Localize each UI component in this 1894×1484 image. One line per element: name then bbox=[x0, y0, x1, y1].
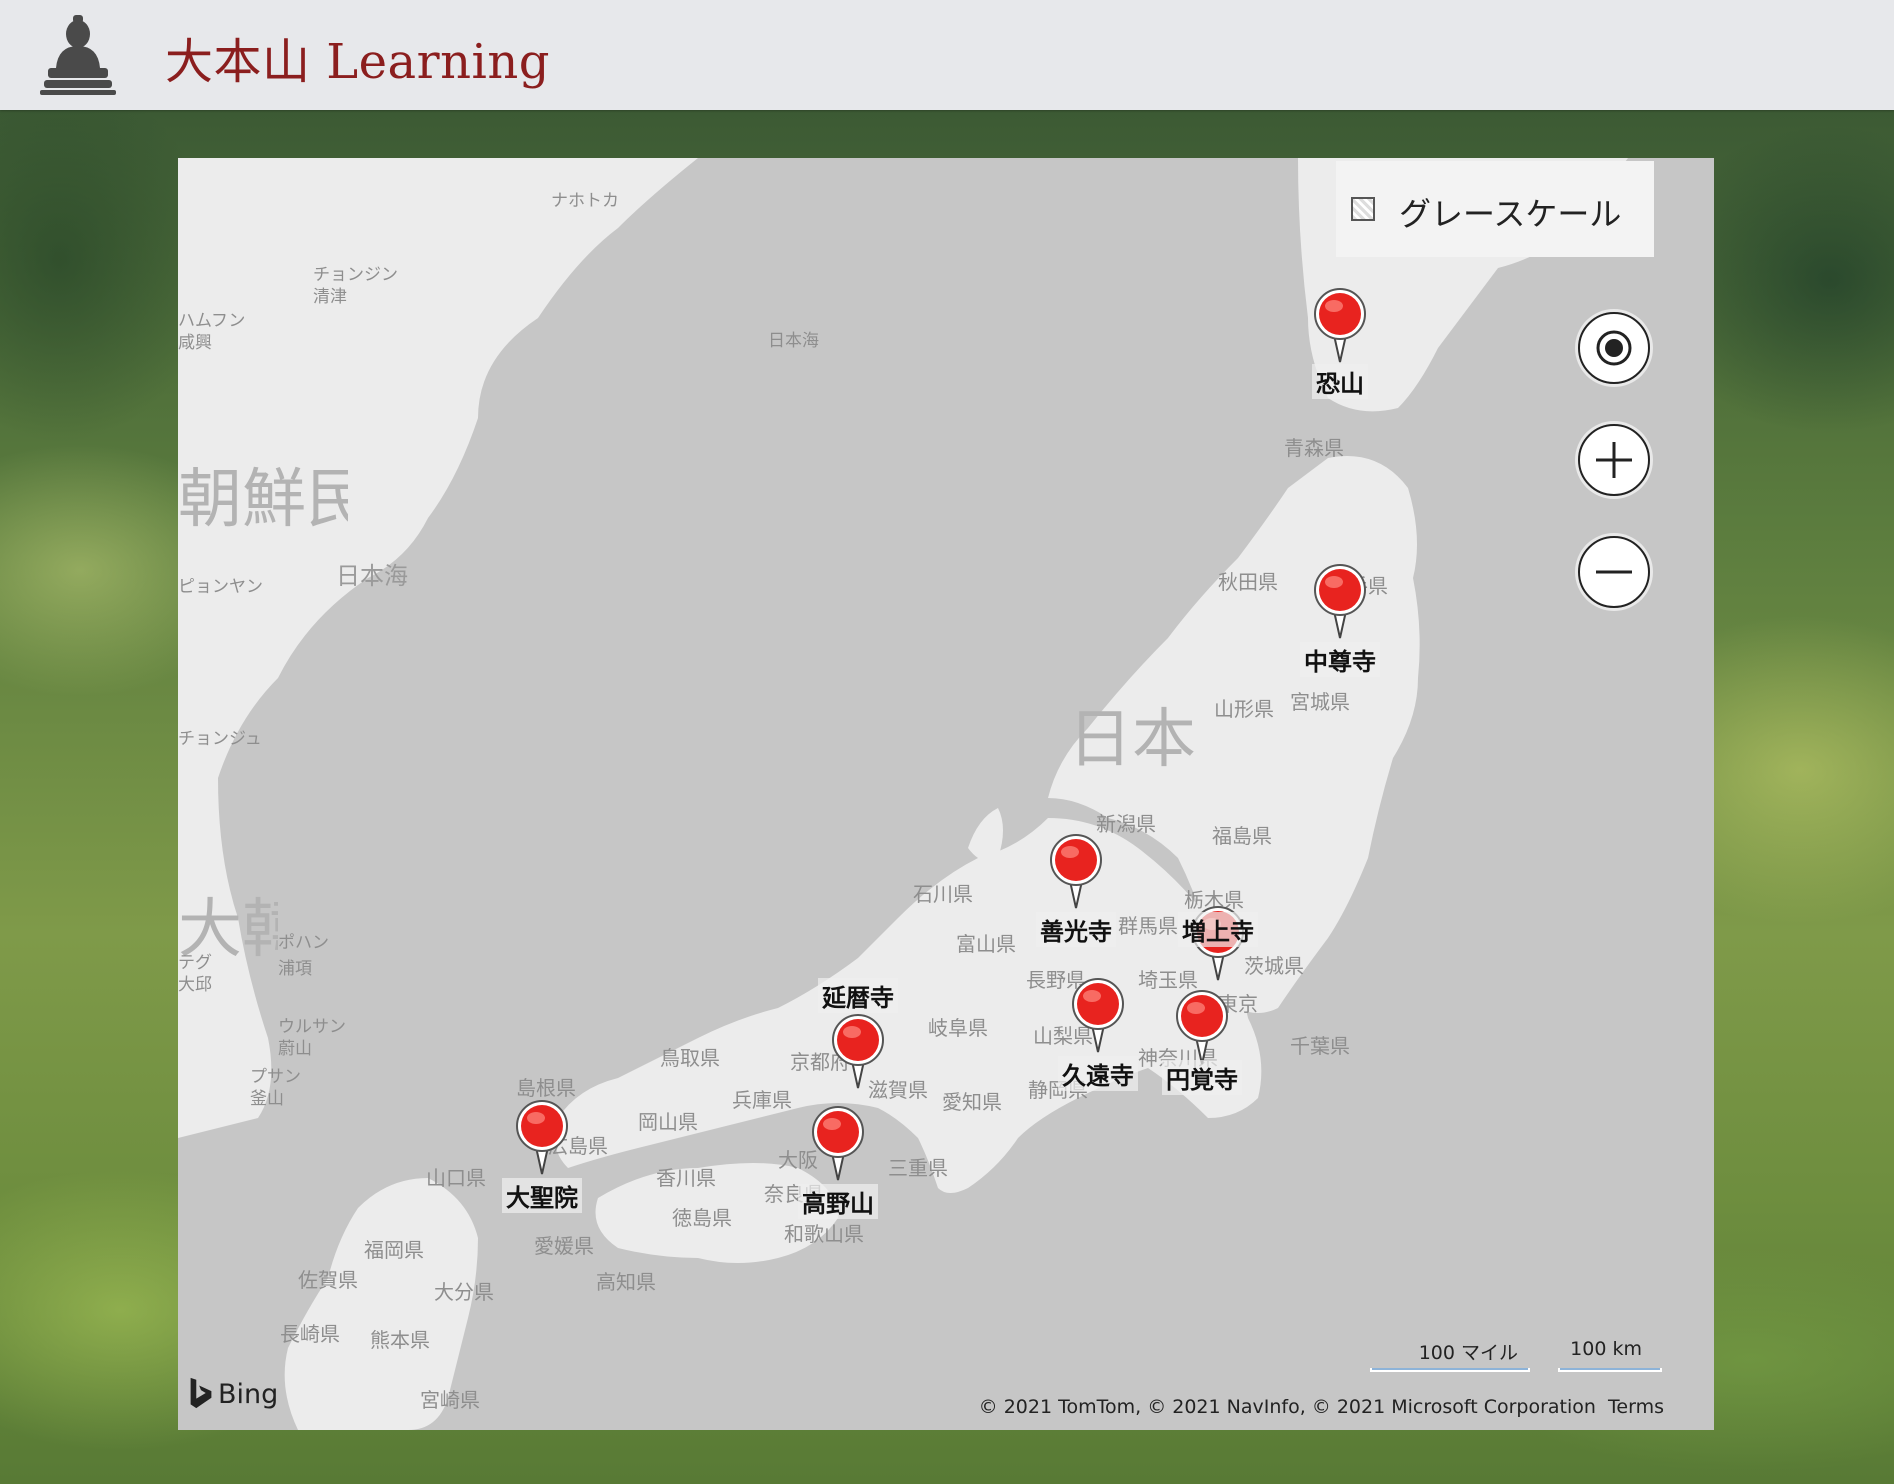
city-label: 咸興 bbox=[178, 333, 212, 353]
prefecture-label: 兵庫県 bbox=[732, 1088, 792, 1112]
prefecture-label: 大分県 bbox=[434, 1280, 494, 1304]
zoom-out-icon bbox=[1596, 570, 1632, 574]
map-pin[interactable] bbox=[1046, 832, 1106, 912]
bing-logo-icon bbox=[190, 1377, 212, 1409]
city-label: ピョンヤン bbox=[178, 577, 263, 597]
map-pin-icon bbox=[1072, 978, 1124, 1053]
map-view[interactable]: ナホトカ チョンジン 清津 ハムフン 咸興 日本海 日本海 朝鮮民主主義人民共和… bbox=[178, 158, 1714, 1430]
grayscale-toggle[interactable]: グレースケール bbox=[1336, 161, 1654, 257]
map-pin[interactable] bbox=[808, 1104, 868, 1184]
terms-link[interactable]: Terms bbox=[1608, 1396, 1664, 1418]
prefecture-label: 山形県 bbox=[1214, 697, 1274, 721]
prefecture-label: 和歌山県 bbox=[784, 1222, 864, 1246]
scale-miles-bar bbox=[1370, 1368, 1530, 1372]
prefecture-label: 高知県 bbox=[596, 1270, 656, 1294]
map-pin-icon bbox=[812, 1106, 864, 1181]
country-label: 日本 bbox=[1068, 703, 1196, 777]
map-pin-icon bbox=[1314, 564, 1366, 639]
locate-me-icon bbox=[1596, 330, 1632, 366]
prefecture-label: 佐賀県 bbox=[298, 1268, 358, 1292]
map-pin-label: 善光寺 bbox=[1036, 912, 1116, 947]
zoom-in-button[interactable] bbox=[1578, 424, 1650, 496]
prefecture-label: 福岡県 bbox=[364, 1238, 424, 1262]
map-pin[interactable] bbox=[512, 1098, 572, 1178]
city-label: ポハン bbox=[278, 933, 329, 953]
prefecture-label: 鳥取県 bbox=[660, 1046, 720, 1070]
zoom-out-button[interactable] bbox=[1578, 536, 1650, 608]
map-pin-label: 大聖院 bbox=[502, 1178, 582, 1213]
prefecture-label: 島根県 bbox=[516, 1076, 576, 1100]
prefecture-label: 山口県 bbox=[426, 1166, 486, 1190]
prefecture-label: 富山県 bbox=[956, 932, 1016, 956]
city-label: 浦項 bbox=[278, 959, 312, 979]
grayscale-layer-icon bbox=[1351, 197, 1375, 221]
prefecture-label: 長崎県 bbox=[280, 1322, 340, 1346]
prefecture-label: 岐阜県 bbox=[928, 1016, 988, 1040]
prefecture-label: 愛知県 bbox=[942, 1090, 1002, 1114]
scale-miles-label: 100 マイル bbox=[1418, 1342, 1518, 1364]
map-pin-icon bbox=[516, 1100, 568, 1175]
scale-km-bar bbox=[1558, 1368, 1662, 1372]
prefecture-label: 熊本県 bbox=[370, 1328, 430, 1352]
map-pin-icon bbox=[1050, 834, 1102, 909]
prefecture-label: 茨城県 bbox=[1244, 954, 1304, 978]
map-pin[interactable] bbox=[1172, 988, 1232, 1068]
attribution-text: © 2021 TomTom, © 2021 NavInfo, © 2021 Mi… bbox=[978, 1396, 1596, 1418]
prefecture-label: 千葉県 bbox=[1290, 1034, 1350, 1058]
city-label: 釜山 bbox=[250, 1089, 284, 1109]
sea-label: 日本海 bbox=[336, 562, 408, 590]
map-pin-icon bbox=[832, 1014, 884, 1089]
prefecture-label: 徳島県 bbox=[672, 1206, 732, 1230]
prefecture-label: 宮城県 bbox=[1290, 690, 1350, 714]
prefecture-label: 香川県 bbox=[656, 1166, 716, 1190]
map-pin-label: 増上寺 bbox=[1178, 912, 1258, 947]
prefecture-label: 宮崎県 bbox=[420, 1388, 480, 1412]
app-header: 大本山 Learning bbox=[0, 0, 1894, 110]
map-pin[interactable] bbox=[828, 1012, 888, 1092]
map-pin-icon bbox=[1176, 990, 1228, 1065]
map-pin-label: 久遠寺 bbox=[1058, 1056, 1138, 1091]
region-label: 朝鮮民主主義人民共和国 bbox=[178, 463, 348, 537]
map-pin-label: 中尊寺 bbox=[1300, 642, 1380, 677]
locate-me-button[interactable] bbox=[1578, 312, 1650, 384]
city-label: 大邱 bbox=[178, 975, 212, 995]
prefecture-label: 愛媛県 bbox=[534, 1234, 594, 1258]
map-pin-label: 円覚寺 bbox=[1162, 1060, 1242, 1095]
zoom-in-icon bbox=[1596, 442, 1632, 478]
buddha-statue-icon bbox=[40, 15, 116, 95]
prefecture-label: 群馬県 bbox=[1118, 914, 1178, 938]
map-pin-label: 高野山 bbox=[798, 1184, 878, 1219]
grayscale-toggle-label: グレースケール bbox=[1399, 195, 1622, 233]
city-label: ナホトカ bbox=[551, 191, 619, 211]
prefecture-label: 福島県 bbox=[1212, 824, 1272, 848]
map-pin[interactable] bbox=[1310, 286, 1370, 366]
prefecture-label: 秋田県 bbox=[1218, 570, 1278, 594]
map-pin-label: 延暦寺 bbox=[818, 978, 898, 1013]
city-label: 蔚山 bbox=[278, 1039, 312, 1059]
bing-logo-text: Bing bbox=[218, 1379, 279, 1410]
prefecture-label: 青森県 bbox=[1284, 436, 1344, 460]
map-attribution: © 2021 TomTom, © 2021 NavInfo, © 2021 Mi… bbox=[979, 1396, 1664, 1418]
map-pin[interactable] bbox=[1068, 976, 1128, 1056]
city-label: 清津 bbox=[313, 287, 347, 307]
sea-label: 日本海 bbox=[768, 331, 819, 351]
city-label: チョンジュ bbox=[178, 729, 262, 749]
prefecture-label: 石川県 bbox=[913, 882, 973, 906]
map-pin-label: 恐山 bbox=[1312, 364, 1368, 399]
prefecture-label: 三重県 bbox=[888, 1156, 948, 1180]
app-title: 大本山 Learning bbox=[165, 34, 551, 90]
map-pin[interactable] bbox=[1310, 562, 1370, 642]
scale-km-label: 100 km bbox=[1570, 1338, 1642, 1360]
prefecture-label: 岡山県 bbox=[638, 1110, 698, 1134]
map-pin-icon bbox=[1314, 288, 1366, 363]
